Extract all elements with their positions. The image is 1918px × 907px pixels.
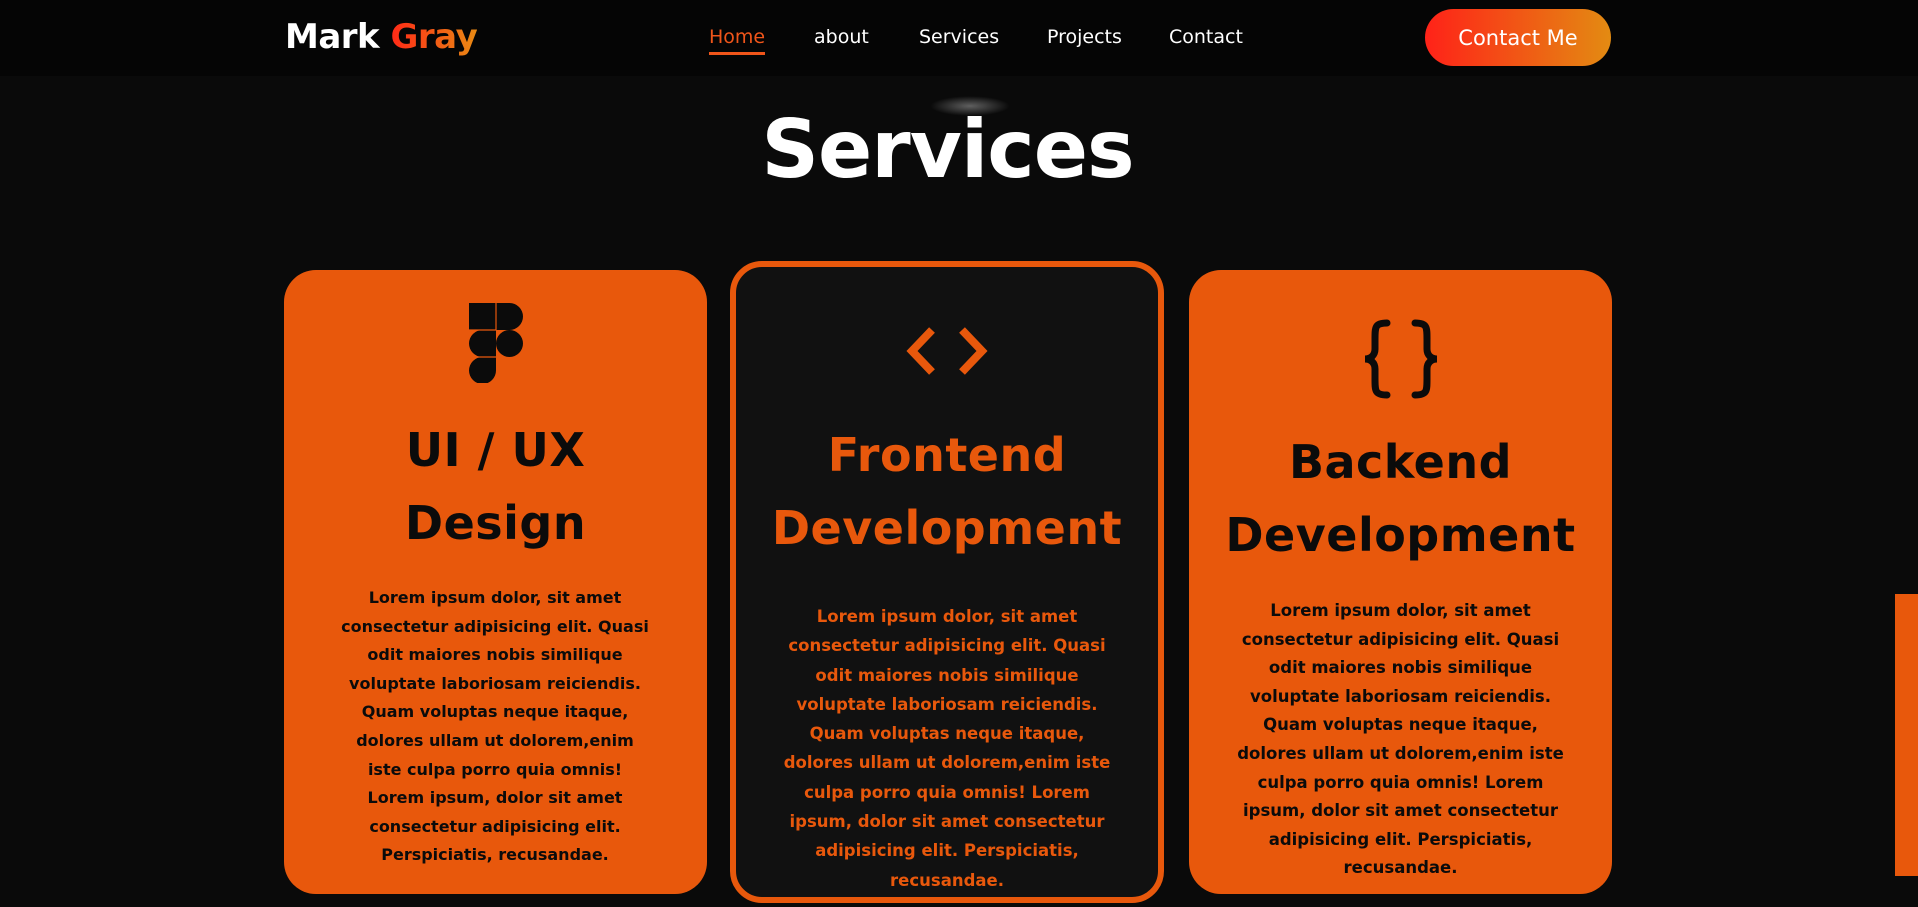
card-title-line1: Frontend — [827, 428, 1067, 482]
logo-first-name: Mark — [285, 17, 380, 57]
services-title: Services — [761, 103, 1134, 196]
card-title-line2: Development — [1225, 508, 1576, 562]
card-title: Backend Development — [1189, 426, 1612, 572]
nav-link-about[interactable]: about — [814, 24, 869, 50]
site-header: Mark Gray Home about Services Projects C… — [0, 0, 1918, 76]
nav-link-services[interactable]: Services — [919, 24, 999, 50]
service-card-ui-ux[interactable]: UI / UX Design Lorem ipsum dolor, sit am… — [284, 270, 707, 894]
card-title-line1: UI / UX — [405, 423, 586, 477]
card-description: Lorem ipsum dolor, sit amet consectetur … — [341, 588, 649, 865]
scrollbar-thumb[interactable] — [1895, 594, 1918, 876]
page: Mark Gray Home about Services Projects C… — [0, 0, 1918, 907]
service-card-backend[interactable]: Backend Development Lorem ipsum dolor, s… — [1189, 270, 1612, 894]
service-card-frontend[interactable]: Frontend Development Lorem ipsum dolor, … — [730, 261, 1164, 903]
card-description: Lorem ipsum dolor, sit amet consectetur … — [783, 607, 1111, 890]
curly-braces-icon — [1359, 317, 1443, 405]
nav-link-home[interactable]: Home — [709, 24, 766, 55]
card-title: Frontend Development — [736, 419, 1158, 565]
contact-me-button[interactable]: Contact Me — [1425, 9, 1611, 66]
card-title-line1: Backend — [1288, 435, 1513, 489]
card-title: UI / UX Design — [284, 414, 707, 560]
nav-link-contact[interactable]: Contact — [1169, 24, 1243, 50]
figma-icon — [468, 303, 523, 387]
card-title-line2: Design — [404, 496, 587, 550]
logo[interactable]: Mark Gray — [285, 14, 478, 60]
card-description: Lorem ipsum dolor, sit amet consectetur … — [1237, 601, 1564, 878]
nav-link-projects[interactable]: Projects — [1047, 24, 1122, 50]
card-title-line2: Development — [771, 501, 1123, 555]
code-brackets-icon — [906, 326, 988, 380]
logo-last-name: Gray — [390, 17, 478, 57]
